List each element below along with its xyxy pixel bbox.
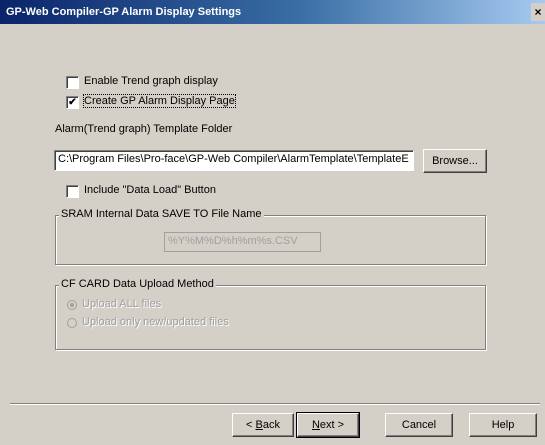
next-label: ext > — [319, 419, 345, 431]
upload-all-label[interactable]: Upload ALL files — [82, 298, 161, 310]
template-folder-label: Alarm(Trend graph) Template Folder — [55, 123, 233, 135]
create-alarm-page-label[interactable]: Create GP Alarm Display Page — [83, 94, 236, 108]
footer-separator — [10, 403, 540, 405]
cancel-button[interactable]: Cancel — [385, 413, 453, 437]
upload-all-radio[interactable] — [67, 300, 77, 310]
next-accel: N — [311, 419, 320, 431]
back-button[interactable]: < Back — [232, 413, 294, 437]
close-icon: × — [534, 5, 542, 19]
help-button[interactable]: Help — [469, 413, 537, 437]
enable-trend-checkbox[interactable] — [66, 76, 79, 89]
next-button[interactable]: Next > — [296, 412, 360, 438]
checkmark-icon: ✔ — [68, 97, 77, 108]
title-bar: GP-Web Compiler-GP Alarm Display Setting… — [0, 0, 545, 24]
close-button[interactable]: × — [531, 3, 545, 21]
upload-new-radio[interactable] — [67, 318, 77, 328]
create-alarm-page-checkbox[interactable]: ✔ — [66, 96, 79, 109]
include-data-load-checkbox[interactable] — [66, 185, 79, 198]
include-data-load-label[interactable]: Include "Data Load" Button — [84, 184, 216, 196]
back-accel: B — [255, 419, 263, 431]
back-label: ack — [262, 419, 280, 431]
upload-new-label[interactable]: Upload only new/updated files — [82, 316, 229, 328]
sram-filename-input[interactable]: %Y%M%D%h%m%s.CSV — [164, 232, 321, 252]
enable-trend-label[interactable]: Enable Trend graph display — [84, 75, 218, 87]
template-folder-input[interactable]: C:\Program Files\Pro-face\GP-Web Compile… — [54, 150, 414, 171]
cf-group-legend: CF CARD Data Upload Method — [59, 278, 216, 290]
browse-button[interactable]: Browse... — [423, 149, 487, 173]
sram-group-legend: SRAM Internal Data SAVE TO File Name — [59, 208, 264, 220]
window-title: GP-Web Compiler-GP Alarm Display Setting… — [6, 6, 242, 18]
back-prefix: < — [246, 419, 256, 431]
